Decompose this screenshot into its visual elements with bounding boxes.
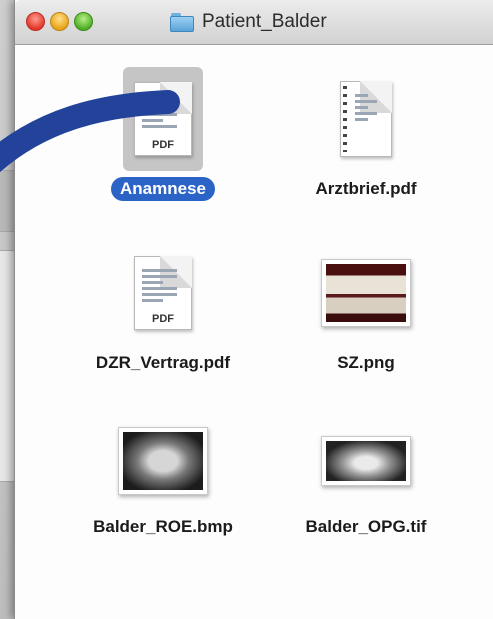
file-icon-wrap[interactable] [326,67,406,171]
file-item-sz[interactable]: SZ.png [281,241,451,375]
close-button[interactable] [26,12,45,31]
title-bar[interactable]: Patient_Balder [15,0,493,45]
minimize-button[interactable] [50,12,69,31]
file-item-arztbrief[interactable]: Arztbrief.pdf [281,67,451,201]
document-icon [340,81,392,157]
window-title-text: Patient_Balder [202,11,327,32]
file-grid: PDF Anamnese Arztbrief.pdf PDF DZR_Vertr… [15,45,493,619]
image-thumbnail-icon [118,427,208,495]
pdf-document-icon: PDF [134,256,192,330]
file-icon-wrap[interactable]: PDF [123,241,203,345]
file-icon-wrap[interactable] [316,241,416,345]
file-label-balder-opg[interactable]: Balder_OPG.tif [297,515,436,539]
pdf-document-icon: PDF [134,82,192,156]
file-label-arztbrief[interactable]: Arztbrief.pdf [306,177,425,201]
file-icon-wrap[interactable] [113,413,213,509]
image-thumbnail-icon [321,259,411,327]
file-item-balder-roe[interactable]: Balder_ROE.bmp [78,413,248,539]
file-item-dzr-vertrag[interactable]: PDF DZR_Vertrag.pdf [78,241,248,375]
file-icon-wrap[interactable]: PDF [123,67,203,171]
folder-icon [170,12,194,32]
file-label-dzr-vertrag[interactable]: DZR_Vertrag.pdf [87,351,239,375]
file-icon-wrap[interactable] [316,413,416,509]
file-label-anamnese[interactable]: Anamnese [111,177,215,201]
window-title: Patient_Balder [170,9,327,35]
file-item-anamnese[interactable]: PDF Anamnese [78,67,248,201]
finder-window: Patient_Balder PDF Anamnese Arztbrief.pd… [14,0,493,619]
image-thumbnail-icon [321,436,411,486]
file-item-balder-opg[interactable]: Balder_OPG.tif [281,413,451,539]
zoom-button[interactable] [74,12,93,31]
file-label-balder-roe[interactable]: Balder_ROE.bmp [84,515,242,539]
file-label-sz[interactable]: SZ.png [328,351,404,375]
